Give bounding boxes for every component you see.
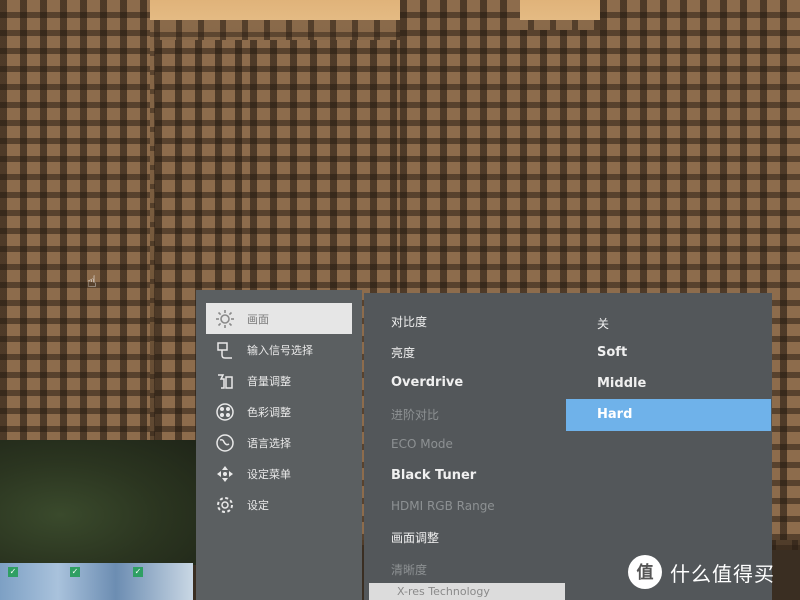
option-middle[interactable]: Middle	[597, 376, 646, 391]
submenu-item-brightness[interactable]: 亮度	[391, 344, 415, 361]
submenu-item-sharpness: 清晰度	[391, 563, 428, 577]
watermark: 值 什么值得买	[628, 555, 775, 589]
option-soft[interactable]: Soft	[597, 345, 627, 360]
checkbox-icon: ✓	[8, 567, 18, 577]
osd-menu-label: 色彩调整	[247, 405, 291, 419]
option-off[interactable]: 关	[597, 315, 609, 332]
svg-text:值: 值	[637, 562, 654, 583]
osd-menu-item-setup-menu[interactable]: 设定菜单	[206, 458, 352, 489]
osd-menu-label: 输入信号选择	[247, 343, 313, 357]
submenu-item-picture-adjust[interactable]: 画面调整	[391, 529, 439, 546]
watermark-text: 什么值得买	[670, 561, 775, 586]
osd-menu-item-color[interactable]: 色彩调整	[206, 396, 352, 427]
submenu-item-contrast[interactable]: 对比度	[391, 313, 427, 330]
submenu-item-advanced-contrast: 进阶对比	[391, 408, 440, 422]
submenu-item-eco-mode: ECO Mode	[391, 437, 453, 451]
osd-menu-item-input[interactable]: 输入信号选择	[206, 334, 352, 365]
submenu-item-xres-technology[interactable]: X-res Technology	[369, 583, 565, 600]
watermark-logo-icon: 值	[628, 555, 662, 589]
checkbox-icon: ✓	[70, 567, 80, 577]
trees	[0, 440, 200, 565]
taskbar-thumbnail-strip	[0, 563, 193, 600]
globe-icon	[213, 431, 237, 455]
checkbox-icon: ✓	[133, 567, 143, 577]
osd-menu-label: 画面	[247, 312, 269, 326]
osd-menu-label: 设定	[247, 498, 269, 512]
submenu-item-overdrive[interactable]: Overdrive	[391, 375, 463, 390]
osd-menu-item-picture[interactable]: 画面	[206, 303, 352, 334]
submenu-item-hdmi-rgb-range: HDMI RGB Range	[391, 499, 495, 513]
sun-icon	[213, 307, 237, 331]
option-hard-label: Hard	[597, 407, 633, 422]
gear-icon	[213, 493, 237, 517]
osd-menu-label: 设定菜单	[247, 467, 291, 481]
submenu-item-black-tuner[interactable]: Black Tuner	[391, 468, 476, 483]
option-hard-selected[interactable]: Hard	[566, 399, 771, 431]
osd-menu-label: 语言选择	[247, 436, 291, 450]
osd-menu-item-language[interactable]: 语言选择	[206, 427, 352, 458]
input-icon	[213, 338, 237, 362]
osd-menu-label: 音量调整	[247, 374, 291, 388]
osd-main-menu: 画面 输入信号选择 音量调整 色彩调整 语言选择 设定菜单 设定	[196, 290, 362, 600]
audio-icon	[213, 369, 237, 393]
osd-menu-item-audio[interactable]: 音量调整	[206, 365, 352, 396]
hand-cursor-icon: ☝	[87, 272, 97, 291]
menu-settings-icon	[213, 462, 237, 486]
color-icon	[213, 400, 237, 424]
osd-menu-item-settings[interactable]: 设定	[206, 489, 352, 520]
